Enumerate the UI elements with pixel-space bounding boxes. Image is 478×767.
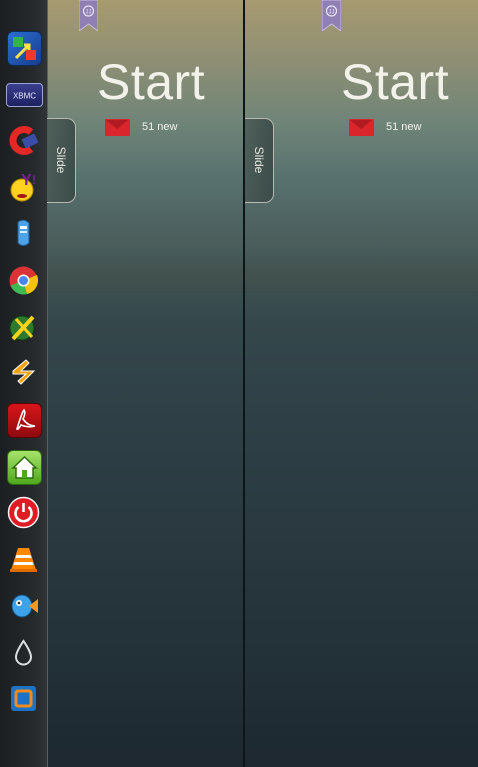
mail-notification[interactable]: 51 new	[105, 119, 235, 137]
ribbon-bookmark-icon[interactable]: JJ	[79, 0, 98, 31]
ribbon-label: JJ	[329, 10, 335, 16]
slide-tab-label: Slide	[54, 146, 68, 174]
svg-text:XBMC: XBMC	[13, 92, 36, 101]
slide-tab-left[interactable]: Slide	[47, 118, 76, 203]
winamp-icon[interactable]	[7, 357, 40, 390]
mail-count: 51 new	[142, 121, 178, 133]
vlc-icon[interactable]	[7, 542, 40, 575]
mail-icon	[349, 119, 374, 136]
fish-icon[interactable]	[7, 589, 40, 622]
ribbon-label: JJ	[86, 10, 92, 16]
chrome-icon[interactable]	[7, 264, 40, 297]
mail-count: 51 new	[386, 121, 422, 133]
app-tile-arrows-icon[interactable]	[7, 31, 42, 66]
ccleaner-icon[interactable]	[7, 124, 40, 157]
mail-notification[interactable]: 51 new	[349, 119, 474, 137]
page-title: Start	[341, 54, 450, 110]
svg-text:Y: Y	[21, 172, 32, 189]
slide-tab-label: Slide	[252, 146, 266, 174]
xbmc-icon[interactable]: XBMC	[6, 83, 43, 107]
slide-tab-right[interactable]: Slide	[245, 118, 274, 203]
power-icon[interactable]	[7, 496, 40, 529]
app-sidebar: XBMC Y !	[0, 0, 48, 767]
droplet-icon[interactable]	[7, 636, 40, 669]
jdownloader-icon[interactable]	[7, 311, 40, 344]
yahoo-messenger-icon[interactable]: Y !	[7, 171, 40, 204]
start-screen-right: JJ Start 51 new	[245, 0, 478, 767]
virtualbox-icon[interactable]	[7, 682, 40, 715]
ribbon-bookmark-icon[interactable]: JJ	[322, 0, 341, 31]
evernote-like-icon[interactable]	[7, 217, 40, 250]
adobe-reader-icon[interactable]	[7, 403, 42, 438]
svg-text:!: !	[32, 173, 36, 187]
arrows-icon	[13, 37, 36, 60]
page-title: Start	[97, 54, 206, 110]
home-icon[interactable]	[7, 450, 42, 485]
mail-icon	[105, 119, 130, 136]
